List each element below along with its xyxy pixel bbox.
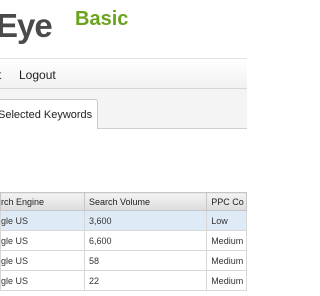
cell-search-engine: gle US	[0, 210, 85, 231]
column-header-search-volume[interactable]: Search Volume	[83, 192, 208, 211]
menu-item-account[interactable]: t	[0, 68, 1, 82]
cell-search-engine: gle US	[0, 230, 85, 251]
cell-ppc-competition: Medium	[206, 250, 247, 271]
tab-selected-keywords[interactable]: Selected Keywords	[0, 99, 98, 130]
plan-badge: Basic	[75, 8, 129, 30]
cell-search-engine: gle US	[0, 270, 85, 291]
cell-search-volume: 58	[83, 250, 208, 271]
main-content: rch Engine Search Volume PPC Co gle US 3…	[0, 129, 247, 296]
menu-item-logout[interactable]: Logout	[19, 68, 56, 82]
app-logo: Eye	[0, 7, 53, 44]
cell-ppc-competition: Medium	[206, 270, 247, 291]
table-row[interactable]: gle US 58 Medium	[0, 250, 247, 271]
top-menu-bar: t Logout	[0, 58, 247, 89]
cell-search-volume: 22	[83, 270, 208, 291]
cell-search-engine: gle US	[0, 250, 85, 271]
column-header-search-engine[interactable]: rch Engine	[0, 192, 85, 211]
table-row[interactable]: gle US 6,600 Medium	[0, 230, 247, 251]
table-header-row: rch Engine Search Volume PPC Co	[0, 192, 247, 211]
tab-label: Selected Keywords	[0, 109, 93, 121]
tab-strip: Selected Keywords	[0, 89, 247, 130]
cell-search-volume: 3,600	[83, 210, 208, 231]
app-header: Eye Basic	[0, 0, 247, 58]
table-row[interactable]: gle US 3,600 Low	[0, 210, 247, 231]
keywords-table: rch Engine Search Volume PPC Co gle US 3…	[0, 192, 247, 291]
cell-search-volume: 6,600	[83, 230, 208, 251]
table-row[interactable]: gle US 22 Medium	[0, 270, 247, 291]
cell-ppc-competition: Medium	[206, 230, 247, 251]
cell-ppc-competition: Low	[206, 210, 247, 231]
column-header-ppc-competition[interactable]: PPC Co	[206, 192, 247, 211]
